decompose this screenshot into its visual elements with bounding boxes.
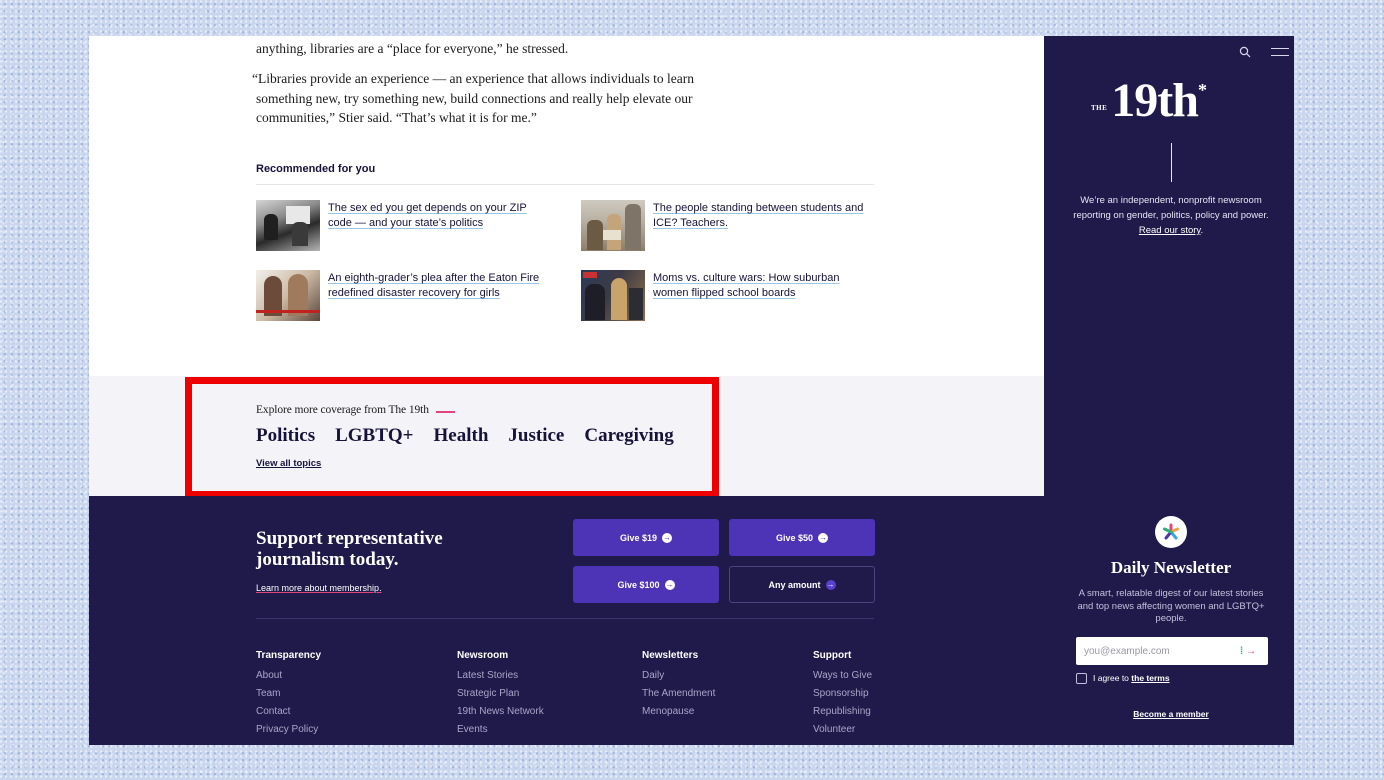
password-manager-icon[interactable]: ⁞ — [1240, 646, 1243, 657]
newsletter-submit-button[interactable]: ⁞ → — [1231, 643, 1265, 659]
footer-link[interactable]: About — [256, 667, 321, 685]
sidebar-tagline: We’re an independent, nonprofit newsroom… — [1073, 195, 1269, 236]
arrow-right-icon: → — [1246, 645, 1257, 657]
hamburger-menu-icon[interactable] — [1271, 48, 1289, 56]
recommended-thumbnail[interactable] — [256, 200, 320, 251]
footer-link[interactable]: Republishing — [813, 703, 872, 721]
recommended-card[interactable]: The sex ed you get depends on your ZIP c… — [256, 200, 546, 252]
give-50-label: Give $50 — [775, 532, 814, 543]
search-icon[interactable] — [1239, 45, 1251, 58]
recommended-card[interactable]: The people standing between students and… — [581, 200, 871, 252]
give-19-button[interactable]: Give $19 → — [573, 519, 719, 556]
logo-the-text: THE — [1091, 104, 1108, 112]
read-our-story-link[interactable]: Read our story — [1139, 225, 1201, 236]
divider — [256, 184, 874, 185]
support-heading: Support representative journalism today. — [256, 528, 443, 570]
footer-column-newsroom: Newsroom Latest Stories Strategic Plan 1… — [457, 650, 544, 739]
recommended-thumbnail[interactable] — [256, 270, 320, 321]
divider — [1171, 143, 1172, 182]
browser-viewport: anything, libraries are a “place for eve… — [89, 36, 1294, 745]
footer-link[interactable]: Volunteer — [813, 721, 872, 739]
footer-link[interactable]: Team — [256, 685, 321, 703]
terms-link[interactable]: the terms — [1131, 673, 1169, 683]
footer-column-support: Support Ways to Give Sponsorship Republi… — [813, 650, 872, 739]
logo-asterisk: * — [1197, 80, 1207, 100]
agree-prefix: I agree to — [1093, 673, 1129, 683]
recommended-thumbnail[interactable] — [581, 270, 645, 321]
footer-link[interactable]: Contact — [256, 703, 321, 721]
footer-link[interactable]: Privacy Policy — [256, 721, 321, 739]
footer-link[interactable]: 19th News Network — [457, 703, 544, 721]
recommended-card[interactable]: Moms vs. culture wars: How suburban wome… — [581, 270, 871, 322]
recommended-title-link[interactable]: An eighth-grader’s plea after the Eaton … — [328, 270, 546, 322]
arrow-right-icon: → — [818, 532, 829, 543]
logo-main-text: 19th — [1111, 74, 1199, 127]
footer-column-heading: Newsletters — [642, 650, 699, 661]
arrow-right-icon: → — [825, 579, 836, 590]
article-quote-paragraph: “Libraries provide an experience — an ex… — [252, 71, 694, 125]
give-100-label: Give $100 — [617, 579, 660, 590]
give-100-button[interactable]: Give $100 → — [573, 566, 719, 603]
footer-link[interactable]: Ways to Give — [813, 667, 872, 685]
asterisk-logo-icon — [1155, 516, 1187, 548]
recommended-card[interactable]: An eighth-grader’s plea after the Eaton … — [256, 270, 546, 322]
footer-link[interactable]: Events — [457, 721, 544, 739]
footer-column-heading: Support — [813, 650, 852, 661]
footer-column-heading: Transparency — [256, 650, 322, 661]
highlight-box — [185, 377, 719, 498]
learn-more-membership-link[interactable]: Learn more about membership. — [256, 583, 382, 593]
the-19th-logo[interactable]: THE 19th * — [1091, 76, 1207, 126]
footer-link[interactable]: The Amendment — [642, 685, 715, 703]
footer: Support representative journalism today.… — [89, 496, 1044, 745]
footer-link[interactable]: Latest Stories — [457, 667, 544, 685]
arrow-right-icon: → — [664, 579, 675, 590]
any-amount-label: Any amount — [768, 579, 821, 590]
sidebar: THE 19th * We’re an independent, nonprof… — [1044, 36, 1294, 745]
footer-link[interactable]: Sponsorship — [813, 685, 872, 703]
main-content: anything, libraries are a “place for eve… — [89, 36, 1044, 745]
footer-link[interactable]: Menopause — [642, 703, 715, 721]
any-amount-button[interactable]: Any amount → — [729, 566, 875, 603]
give-19-label: Give $19 — [619, 532, 658, 543]
footer-column-newsletters: Newsletters Daily The Amendment Menopaus… — [642, 650, 715, 721]
agree-terms-checkbox[interactable] — [1076, 673, 1087, 684]
arrow-right-icon: → — [662, 532, 673, 543]
footer-column-transparency: Transparency About Team Contact Privacy … — [256, 650, 321, 739]
footer-link[interactable]: Strategic Plan — [457, 685, 544, 703]
article-paragraph: anything, libraries are a “place for eve… — [256, 41, 569, 56]
recommended-thumbnail[interactable] — [581, 200, 645, 251]
newsletter-description: A smart, relatable digest of our latest … — [1077, 588, 1265, 624]
recommended-title-link[interactable]: The sex ed you get depends on your ZIP c… — [328, 200, 546, 252]
recommended-title-link[interactable]: Moms vs. culture wars: How suburban wome… — [653, 270, 871, 322]
footer-column-heading: Newsroom — [457, 650, 509, 661]
become-member-link[interactable]: Become a member — [1064, 709, 1278, 719]
footer-link[interactable]: Daily — [642, 667, 715, 685]
recommended-heading: Recommended for you — [256, 163, 376, 175]
newsletter-title: Daily Newsletter — [1110, 558, 1232, 577]
divider — [256, 618, 874, 619]
recommended-title-link[interactable]: The people standing between students and… — [653, 200, 871, 252]
agree-terms-label: I agree to the terms — [1093, 673, 1170, 683]
give-50-button[interactable]: Give $50 → — [729, 519, 875, 556]
tagline-text: We’re an independent, nonprofit newsroom… — [1073, 195, 1269, 221]
